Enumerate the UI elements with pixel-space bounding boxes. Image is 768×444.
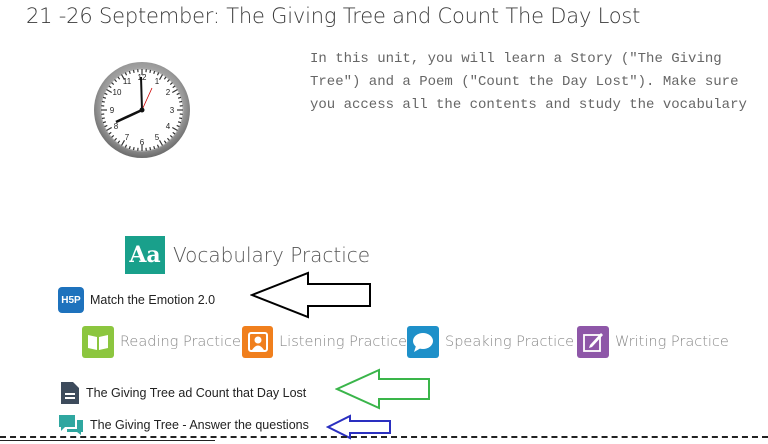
speaking-practice-label: Speaking Practice [445,334,575,350]
document-icon [61,382,79,404]
forum-icon [59,415,83,435]
clock-tick [179,117,183,120]
section-title: 21 -26 September: The Giving Tree and Co… [26,4,641,28]
svg-text:7: 7 [125,133,130,142]
speaking-practice-link[interactable]: Speaking Practice [407,326,577,358]
black-arrow-icon [250,271,371,319]
book-icon [82,326,114,358]
reading-practice-label: Reading Practice [120,334,241,350]
svg-text:1: 1 [155,77,160,86]
pen-icon [577,326,609,358]
vocabulary-practice-link[interactable]: Aa Vocabulary Practice [125,236,370,274]
clock-tick [132,147,135,151]
speech-bubble-icon [407,326,439,358]
writing-practice-label: Writing Practice [615,334,729,350]
match-emotion-label: Match the Emotion 2.0 [90,293,216,307]
svg-text:10: 10 [113,88,122,97]
green-arrow-icon [335,368,430,410]
giving-tree-document-label: The Giving Tree ad Count that Day Lost [86,386,307,400]
svg-text:8: 8 [114,122,119,131]
clock-tick [101,117,105,120]
skills-row: Reading Practice Listening Practice Spea… [82,326,729,358]
answer-questions-forum-link[interactable]: The Giving Tree - Answer the questions [58,414,309,436]
listening-practice-link[interactable]: Listening Practice [242,326,407,358]
section-divider [0,436,768,438]
writing-practice-link[interactable]: Writing Practice [577,326,729,358]
svg-text:9: 9 [110,106,115,115]
clock-tick [101,100,105,103]
vocabulary-practice-label: Vocabulary Practice [173,243,371,267]
svg-text:5: 5 [155,133,160,142]
clock-tick [149,69,152,73]
clock-icon: 12 12 3 45 6 78 9 1011 [94,62,190,158]
svg-text:11: 11 [123,77,132,86]
svg-text:12: 12 [138,73,147,82]
clock-tick [149,147,152,151]
svg-text:2: 2 [166,88,171,97]
section-divider-underline [0,440,215,441]
listening-practice-label: Listening Practice [279,334,407,350]
clock-tick [132,69,135,73]
giving-tree-document-link[interactable]: The Giving Tree ad Count that Day Lost [60,381,306,405]
person-icon [242,326,274,358]
clock-tick [179,100,183,103]
h5p-icon: H5P [58,287,84,313]
reading-practice-link[interactable]: Reading Practice [82,326,242,358]
svg-text:4: 4 [166,122,171,131]
match-emotion-link[interactable]: H5P Match the Emotion 2.0 [58,287,215,313]
svg-text:6: 6 [140,138,145,147]
svg-text:3: 3 [170,106,175,115]
glossary-icon: Aa [125,236,165,274]
unit-description: In this unit, you will learn a Story ("T… [310,51,747,113]
answer-questions-forum-label: The Giving Tree - Answer the questions [90,418,309,432]
